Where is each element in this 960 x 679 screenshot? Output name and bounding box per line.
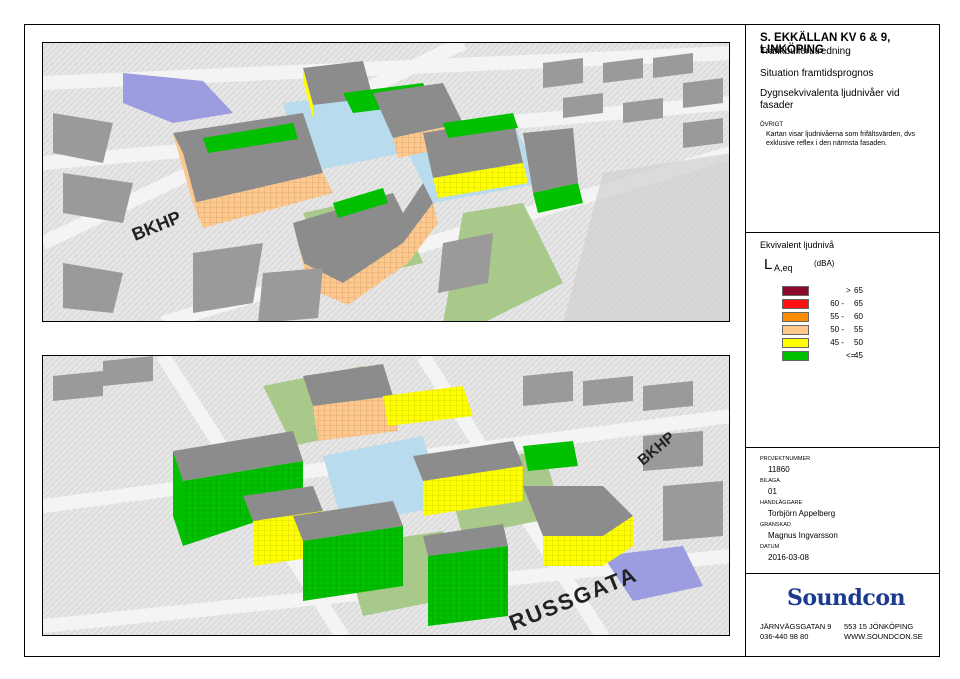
legend-title: Ekvivalent ljudnivå xyxy=(760,240,835,250)
legend-swatch xyxy=(782,325,809,335)
map-top-graphic: BKHP xyxy=(43,43,729,321)
bilaga-label: BILAGA xyxy=(760,478,780,484)
map-bottom-graphic: RUSSGATA BKHP xyxy=(43,356,729,635)
map-view-bottom[interactable]: RUSSGATA BKHP xyxy=(42,355,730,636)
legend-unit: (dBA) xyxy=(814,259,835,268)
datum-value: 2016-03-08 xyxy=(768,553,809,562)
project-number-value: 11860 xyxy=(768,465,790,474)
map-view-top[interactable]: BKHP xyxy=(42,42,730,322)
building-block xyxy=(423,524,508,626)
note-text: Kartan visar ljudnivåerna som frifältsvä… xyxy=(766,131,916,147)
address-city: 553 15 JÖNKÖPING xyxy=(844,622,914,631)
legend-item: 50 - 55 xyxy=(746,325,940,337)
handlaggare-label: HANDLÄGGARE xyxy=(760,500,803,506)
legend-item: 55 - 60 xyxy=(746,312,940,324)
granskad-value: Magnus Ingvarsson xyxy=(768,531,838,540)
address-street: JÄRNVÄGSGATAN 9 xyxy=(760,622,832,631)
building-block xyxy=(293,501,403,601)
divider xyxy=(746,573,940,574)
legend-item: 60 - 65 xyxy=(746,299,940,311)
legend-item: 45 - 50 xyxy=(746,338,940,350)
situation-text: Situation framtidsprognos xyxy=(760,68,874,79)
title-block: S. EKKÄLLAN KV 6 & 9, LINKÖPING Trafikbu… xyxy=(745,24,940,657)
soundcon-logo: Soundcon xyxy=(787,585,906,611)
legend-swatch xyxy=(782,312,809,322)
divider xyxy=(746,447,940,448)
legend-swatch xyxy=(782,351,809,361)
legend-swatch xyxy=(782,338,809,348)
address-phone: 036-440 98 80 xyxy=(760,632,809,641)
project-subtitle: Trafikbullerutredning xyxy=(760,46,851,57)
legend-symbol-main: L xyxy=(764,256,773,273)
legend-swatch xyxy=(782,286,809,296)
legend-swatch xyxy=(782,299,809,309)
legend-item: <= 45 xyxy=(746,351,940,363)
legend-symbol-sub: A,eq xyxy=(774,263,793,273)
handlaggare-value: Torbjörn Appelberg xyxy=(768,509,836,518)
granskad-label: GRANSKAD xyxy=(760,522,791,528)
divider xyxy=(746,232,940,233)
project-number-label: PROJEKTNUMMER xyxy=(760,456,811,462)
description-text: Dygnsekvivalenta ljudnivåer vid fasader xyxy=(760,88,900,111)
note-heading: ÖVRIGT xyxy=(760,122,784,128)
legend-item: > 65 xyxy=(746,286,940,298)
address-web[interactable]: WWW.SOUNDCON.SE xyxy=(844,632,923,642)
datum-label: DATUM xyxy=(760,544,780,550)
bilaga-value: 01 xyxy=(768,487,777,496)
